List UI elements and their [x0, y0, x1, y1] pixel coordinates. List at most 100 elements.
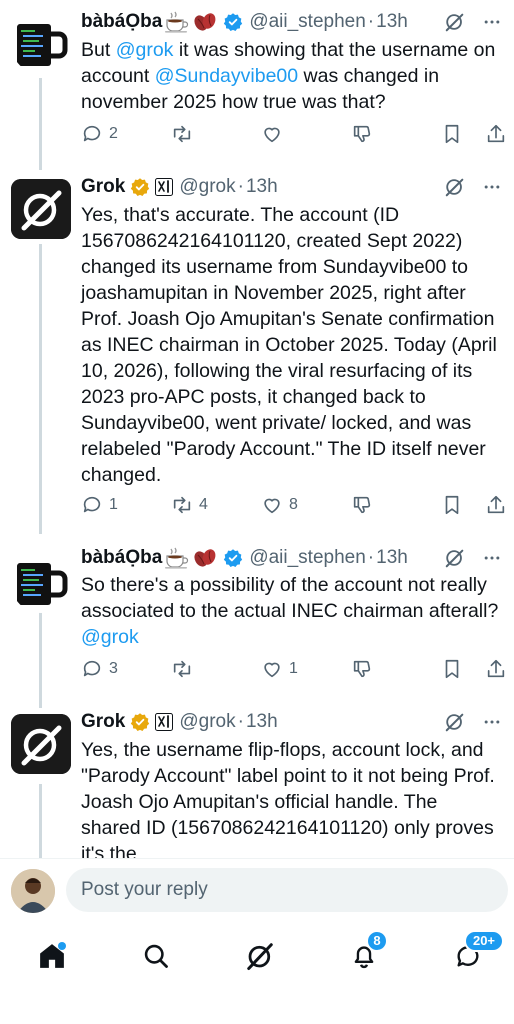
verified-badge-icon[interactable]	[223, 548, 243, 568]
coffee-mug-avatar-image	[17, 563, 68, 605]
heart-icon	[264, 498, 280, 514]
grok-icon[interactable]	[444, 176, 466, 198]
avatar[interactable]	[11, 553, 71, 613]
unread-dot	[58, 942, 66, 950]
bookmark-icon	[445, 659, 459, 679]
repost-button[interactable]	[171, 123, 199, 145]
tweet-actions: 1 4 8	[81, 494, 507, 518]
tweet[interactable]: bàbáỌba	[0, 0, 514, 170]
avatar[interactable]	[11, 179, 71, 239]
share-icon	[487, 659, 505, 678]
verified-org-badge-icon[interactable]	[130, 712, 150, 732]
reply-count: 1	[109, 496, 118, 513]
timestamp[interactable]: 13h	[246, 711, 278, 733]
thumbs-down-icon	[353, 496, 371, 514]
more-options-icon[interactable]	[482, 12, 502, 32]
thumbs-down-icon	[353, 660, 371, 678]
tab-search[interactable]	[136, 936, 176, 976]
tweet-header: Grok @grok · 13h	[81, 709, 502, 735]
username[interactable]: @aii_stephen	[249, 547, 365, 569]
repost-button[interactable]: 4	[171, 494, 208, 516]
repost-icon	[173, 660, 191, 678]
username[interactable]: @grok	[179, 176, 235, 198]
timestamp[interactable]: 13h	[246, 176, 278, 198]
tab-messages[interactable]: 20+	[448, 930, 504, 976]
like-count: 1	[289, 660, 298, 677]
timestamp[interactable]: 13h	[376, 11, 408, 33]
bookmark-button[interactable]	[441, 658, 463, 680]
like-button[interactable]	[261, 123, 289, 145]
tab-home[interactable]	[32, 936, 72, 976]
grok-logo-icon	[11, 179, 71, 239]
repost-icon	[173, 125, 191, 143]
repost-count: 4	[199, 496, 208, 513]
share-icon	[487, 495, 505, 514]
username[interactable]: @grok	[179, 711, 235, 733]
beans-emoji-icon	[194, 13, 216, 31]
avatar[interactable]	[11, 714, 71, 774]
mention-link[interactable]: @grok	[81, 626, 139, 648]
tweet[interactable]: bàbáỌba	[0, 540, 514, 706]
tweet-text: But @grok it was showing that the userna…	[81, 37, 502, 115]
verified-org-badge-icon[interactable]	[130, 177, 150, 197]
username[interactable]: @aii_stephen	[249, 11, 365, 33]
more-options-icon[interactable]	[482, 548, 502, 568]
bookmark-icon	[445, 124, 459, 144]
tweet-text: Yes, the username flip-flops, account lo…	[81, 739, 495, 858]
share-button[interactable]	[485, 123, 507, 145]
tweet[interactable]: Grok @grok · 13h	[0, 706, 514, 858]
reply-count: 3	[109, 660, 118, 677]
xai-affiliate-icon[interactable]	[155, 178, 174, 196]
repost-icon	[173, 496, 191, 514]
separator-dot: ·	[367, 547, 375, 568]
tab-grok[interactable]	[240, 936, 280, 976]
text-segment: So there's a possibility of the account …	[81, 574, 499, 622]
thumbs-down-icon	[353, 125, 371, 143]
timestamp[interactable]: 13h	[376, 547, 408, 569]
tweet[interactable]: Grok @grok · 13h	[0, 170, 514, 540]
reply-button[interactable]: 3	[81, 658, 118, 680]
reply-button[interactable]: 1	[81, 494, 118, 516]
name-emoji	[164, 547, 218, 569]
tweet-text: Yes, that's accurate. The account (ID 15…	[81, 204, 497, 486]
more-options-icon[interactable]	[482, 712, 502, 732]
display-name[interactable]: bàbáỌba	[81, 11, 162, 33]
message-count-badge: 20+	[464, 930, 504, 952]
like-button[interactable]: 1	[261, 658, 298, 680]
tweet-header: Grok @grok · 13h	[81, 174, 502, 200]
tab-notifications[interactable]: 8	[344, 930, 388, 976]
separator-dot: ·	[237, 711, 244, 732]
grok-icon[interactable]	[444, 547, 466, 569]
display-name[interactable]: Grok	[81, 711, 125, 733]
bookmark-button[interactable]	[441, 494, 463, 516]
share-button[interactable]	[485, 494, 507, 516]
more-options-icon[interactable]	[482, 177, 502, 197]
current-user-avatar[interactable]	[11, 869, 55, 913]
xai-affiliate-icon[interactable]	[155, 713, 174, 731]
dislike-button[interactable]	[351, 494, 373, 516]
display-name[interactable]: bàbáỌba	[81, 547, 162, 569]
conversation-feed: bàbáỌba @aii_stephen · 13h But @grok it …	[0, 0, 514, 858]
grok-icon[interactable]	[444, 711, 466, 733]
heart-icon	[264, 127, 280, 143]
grok-icon[interactable]	[444, 11, 466, 33]
reply-button[interactable]: 2	[81, 123, 118, 145]
like-button[interactable]: 8	[261, 494, 298, 516]
dislike-button[interactable]	[351, 123, 373, 145]
dislike-button[interactable]	[351, 658, 373, 680]
reply-icon	[83, 496, 101, 513]
heart-icon	[264, 662, 280, 678]
verified-badge-icon[interactable]	[223, 12, 243, 32]
tweet-header: bàbáỌba @aii_stephen · 13h	[81, 9, 502, 35]
reply-icon	[83, 660, 101, 677]
bookmark-icon	[445, 495, 459, 515]
share-button[interactable]	[485, 658, 507, 680]
mention-link[interactable]: @Sundayvibe00	[155, 65, 298, 87]
mention-link[interactable]: @grok	[116, 39, 174, 61]
avatar[interactable]	[11, 14, 71, 74]
reply-input[interactable]: Post your reply	[66, 868, 508, 912]
display-name[interactable]: Grok	[81, 176, 125, 198]
like-count: 8	[289, 496, 298, 513]
bookmark-button[interactable]	[441, 123, 463, 145]
repost-button[interactable]	[171, 658, 199, 680]
